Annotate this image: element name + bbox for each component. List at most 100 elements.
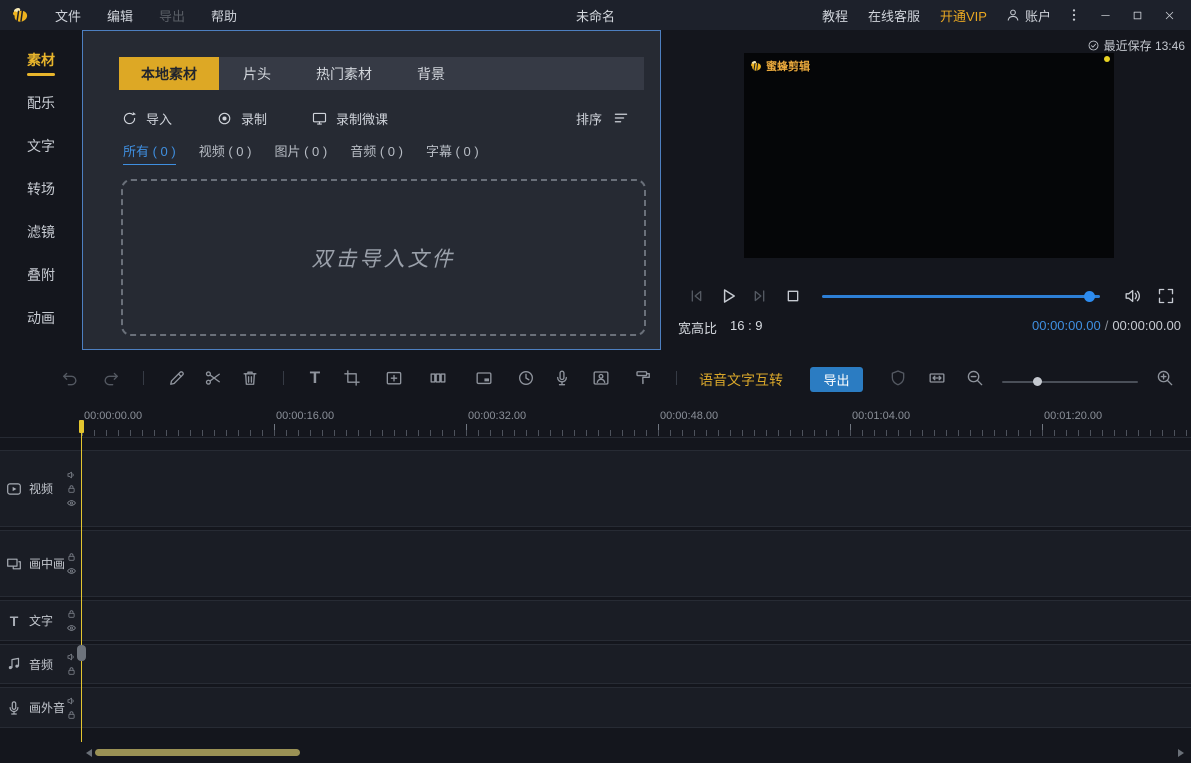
crop-button[interactable]: [342, 368, 362, 388]
preview-progress-handle[interactable]: [1084, 291, 1095, 302]
volume-button[interactable]: [1123, 286, 1143, 306]
watermark-text: 蜜蜂剪辑: [766, 58, 810, 74]
lock-icon[interactable]: [66, 608, 77, 619]
sidebar-item-animation[interactable]: 动画: [0, 308, 82, 328]
tab-background[interactable]: 背景: [393, 57, 469, 90]
menu-file[interactable]: 文件: [42, 6, 94, 25]
mute-icon[interactable]: [66, 469, 77, 480]
duration-button[interactable]: [516, 368, 536, 388]
shield-icon: [888, 368, 908, 388]
portrait-cutout-button[interactable]: [591, 368, 611, 388]
track-row-text[interactable]: T 文字: [0, 600, 1191, 641]
mute-icon[interactable]: [66, 652, 77, 663]
voiceover-button[interactable]: [552, 368, 572, 388]
redo-icon: [101, 368, 121, 388]
track-header-pip: 画中画: [0, 531, 80, 596]
time-separator: /: [1101, 318, 1113, 333]
tab-local-material[interactable]: 本地素材: [119, 57, 219, 90]
stop-button[interactable]: [783, 286, 803, 306]
playhead-handle[interactable]: [77, 645, 86, 661]
track-row-audio[interactable]: 音频: [0, 644, 1191, 684]
fit-timeline-button[interactable]: [927, 368, 947, 388]
speech-text-convert-button[interactable]: 语音文字互转: [699, 370, 783, 390]
previous-frame-button[interactable]: [686, 286, 706, 306]
sidebar-item-material[interactable]: 素材: [0, 50, 82, 70]
redo-button[interactable]: [101, 368, 121, 388]
track-row-voiceover[interactable]: 画外音: [0, 687, 1191, 728]
video-editor-app: 文件 编辑 导出 帮助 未命名 教程 在线客服 开通VIP 账户 素材 配乐 文…: [0, 0, 1191, 763]
more-menu-icon[interactable]: [1065, 7, 1083, 23]
lock-icon[interactable]: [66, 551, 77, 562]
tutorial-link[interactable]: 教程: [812, 6, 858, 25]
sort-button[interactable]: 排序: [576, 109, 646, 128]
tab-intro[interactable]: 片头: [219, 57, 295, 90]
track-row-pip[interactable]: 画中画: [0, 530, 1191, 597]
playhead-cap[interactable]: [79, 420, 84, 433]
import-dropzone[interactable]: 双击导入文件: [121, 179, 646, 336]
timeline-zoom-handle[interactable]: [1033, 377, 1042, 386]
sidebar-item-filter[interactable]: 滤镜: [0, 222, 82, 242]
mosaic-button[interactable]: [384, 368, 404, 388]
menu-help[interactable]: 帮助: [198, 6, 250, 25]
sidebar-item-music[interactable]: 配乐: [0, 93, 82, 113]
sidebar-item-text[interactable]: 文字: [0, 136, 82, 156]
account-link[interactable]: 账户: [1021, 6, 1059, 25]
menu-bar: 文件 编辑 导出 帮助: [42, 6, 250, 25]
protect-button[interactable]: [888, 368, 908, 388]
zoom-in-button[interactable]: [1155, 368, 1175, 388]
timeline-ruler[interactable]: 00:00:00.00 00:00:16.00 00:00:32.00 00:0…: [0, 400, 1191, 438]
sidebar-item-overlay[interactable]: 叠附: [0, 265, 82, 285]
style-button[interactable]: [633, 368, 653, 388]
text-tool-button[interactable]: T: [305, 368, 325, 388]
preview-screen[interactable]: 蜜蜂剪辑: [744, 53, 1114, 258]
split-button[interactable]: [203, 368, 223, 388]
eye-icon[interactable]: [66, 497, 77, 508]
account-icon[interactable]: [1005, 7, 1021, 23]
preview-progress-slider[interactable]: [822, 295, 1100, 298]
zoom-out-button[interactable]: [965, 368, 985, 388]
vip-link[interactable]: 开通VIP: [930, 6, 997, 25]
tab-hot-material[interactable]: 热门素材: [295, 57, 393, 90]
track-header-audio: 音频: [0, 645, 80, 683]
lock-icon[interactable]: [66, 666, 77, 677]
support-link[interactable]: 在线客服: [858, 6, 930, 25]
delete-button[interactable]: [240, 368, 260, 388]
next-frame-button[interactable]: [750, 286, 770, 306]
lock-icon[interactable]: [66, 709, 77, 720]
sidebar-item-transition[interactable]: 转场: [0, 179, 82, 199]
filter-subtitle[interactable]: 字幕 ( 0 ): [426, 141, 479, 165]
split-screen-button[interactable]: [428, 368, 448, 388]
fullscreen-button[interactable]: [1156, 286, 1176, 306]
filter-all[interactable]: 所有 ( 0 ): [123, 141, 176, 165]
track-header-voiceover: 画外音: [0, 688, 80, 727]
eye-icon[interactable]: [66, 622, 77, 633]
eye-icon[interactable]: [66, 565, 77, 576]
import-button[interactable]: 导入: [121, 109, 172, 128]
minimize-button[interactable]: [1089, 0, 1121, 30]
track-row-video[interactable]: 视频: [0, 450, 1191, 527]
maximize-icon: [1131, 9, 1144, 22]
freeze-frame-button[interactable]: [474, 368, 494, 388]
horizontal-scrollbar-thumb[interactable]: [95, 749, 300, 756]
play-button[interactable]: [717, 285, 739, 307]
filter-audio[interactable]: 音频 ( 0 ): [350, 141, 403, 165]
mute-icon[interactable]: [66, 695, 77, 706]
menu-edit[interactable]: 编辑: [94, 6, 146, 25]
scroll-left-arrow-icon[interactable]: [86, 749, 92, 757]
maximize-button[interactable]: [1121, 0, 1153, 30]
media-actions: 导入 录制 录制微课 排序: [121, 103, 646, 133]
lock-icon[interactable]: [66, 483, 77, 494]
close-button[interactable]: [1153, 0, 1185, 30]
record-button[interactable]: 录制: [216, 109, 267, 128]
scroll-right-arrow-icon[interactable]: [1178, 749, 1184, 757]
undo-button[interactable]: [60, 368, 80, 388]
export-button[interactable]: 导出: [810, 367, 863, 392]
filter-video[interactable]: 视频 ( 0 ): [199, 141, 252, 165]
aspect-ratio-value[interactable]: 16 : 9: [730, 318, 763, 337]
timeline-zoom-slider[interactable]: [1002, 381, 1138, 383]
record-lesson-button[interactable]: 录制微课: [311, 109, 388, 128]
edit-clip-button[interactable]: [167, 368, 187, 388]
playhead[interactable]: [81, 420, 82, 742]
title-bar: 文件 编辑 导出 帮助 未命名 教程 在线客服 开通VIP 账户: [0, 0, 1191, 30]
filter-image[interactable]: 图片 ( 0 ): [274, 141, 327, 165]
